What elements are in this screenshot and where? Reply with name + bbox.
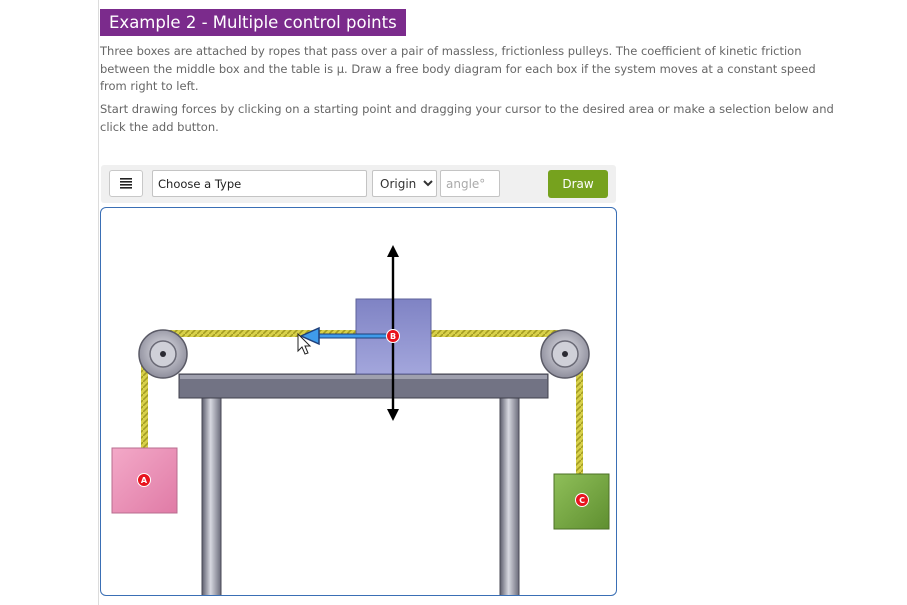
page-left-rule [98, 0, 99, 605]
page-title: Example 2 - Multiple control points [100, 9, 406, 36]
problem-statement: Three boxes are attached by ropes that p… [100, 44, 816, 93]
force-type-input[interactable] [152, 170, 367, 197]
menu-button[interactable] [109, 170, 143, 197]
hamburger-menu-icon [120, 178, 132, 189]
draw-button[interactable]: Draw [548, 170, 608, 198]
pulley-system-diagram: A B C [111, 245, 610, 595]
table-leg-right [499, 397, 520, 595]
drawing-instructions: Start drawing forces by clicking on a st… [100, 102, 834, 134]
control-point-a-label: A [141, 476, 148, 485]
control-point-c[interactable]: C [575, 493, 589, 507]
control-point-a[interactable]: A [137, 473, 151, 487]
force-toolbar: Origin Draw [101, 165, 616, 203]
angle-input[interactable] [440, 170, 500, 197]
pulley-left [138, 329, 188, 379]
control-point-c-label: C [579, 496, 585, 505]
rope-right-horizontal [431, 330, 561, 337]
control-point-b[interactable]: B [386, 329, 400, 343]
origin-select[interactable]: Origin [372, 170, 437, 197]
pulley-right [540, 329, 590, 379]
fbd-drawing-canvas[interactable]: A B C [100, 207, 617, 596]
table-leg-left [201, 397, 222, 595]
control-point-b-label: B [390, 332, 396, 341]
